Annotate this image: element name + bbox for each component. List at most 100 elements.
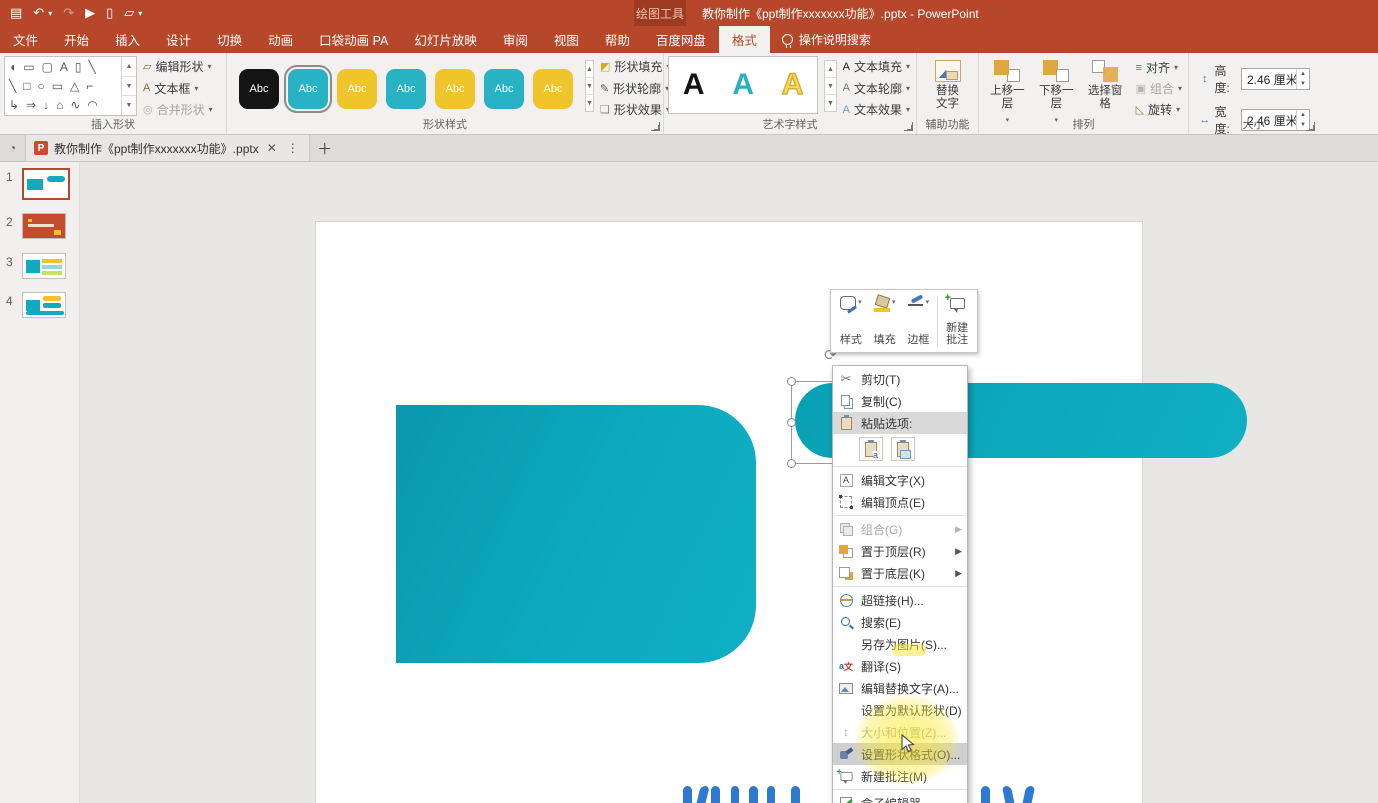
tab-transitions[interactable]: 切换 xyxy=(204,26,255,53)
tab-file[interactable]: 文件 xyxy=(0,26,51,53)
gallery-more-icon[interactable]: ▼ xyxy=(122,95,136,115)
slide-1-thumbnail[interactable] xyxy=(22,168,70,200)
menu-item-hyperlink[interactable]: 超链接(H)... xyxy=(833,589,967,611)
size-dialog-launcher[interactable] xyxy=(1306,122,1315,131)
menu-item-save-as-picture[interactable]: 另存为图片(S)... xyxy=(833,633,967,655)
wordart-style-black[interactable]: A xyxy=(683,68,705,102)
text-fill-button[interactable]: A 文本填充 ▾ xyxy=(843,58,910,75)
shape-effects-icon: ❏ xyxy=(599,104,610,116)
resize-handle-bottom-left[interactable] xyxy=(787,459,796,468)
tab-animations[interactable]: 动画 xyxy=(255,26,306,53)
menu-item-edit-alt-text[interactable]: 编辑替换文字(A)... xyxy=(833,677,967,699)
mini-style-button[interactable]: ▾ 样式 xyxy=(834,294,868,348)
scroll-up-icon[interactable]: ▲ xyxy=(122,57,136,76)
document-tab[interactable]: P 教你制作《ppt制作xxxxxxx功能》.pptx ✕ ⋮ xyxy=(26,135,310,161)
height-spin-arrows[interactable]: ▲ ▼ xyxy=(1296,69,1309,89)
menu-item-edit-text[interactable]: A 编辑文字(X) xyxy=(833,469,967,491)
tab-design[interactable]: 设计 xyxy=(153,26,204,53)
slide-2-thumbnail[interactable] xyxy=(22,213,66,239)
style-gallery-scrollbar[interactable]: ▲ ▼ ▼ xyxy=(585,60,594,112)
wordart-style-yellow[interactable]: A xyxy=(781,67,804,102)
shape-style-swatch-yellow[interactable]: Abc xyxy=(533,69,573,109)
tab-pocket-animation[interactable]: 口袋动画 PA xyxy=(306,26,401,53)
resize-handle-middle-left[interactable] xyxy=(787,418,796,427)
submenu-arrow-icon: ▶ xyxy=(955,523,962,534)
menu-item-bring-to-front[interactable]: 置于顶层(R) ▶ xyxy=(833,540,967,562)
powerpoint-file-icon: P xyxy=(34,141,48,155)
undo-icon[interactable]: ↶ xyxy=(33,5,44,21)
group-objects-icon: ▣ xyxy=(1135,83,1146,95)
mini-fill-button[interactable]: ▾ 填充 xyxy=(868,294,902,348)
tab-insert[interactable]: 插入 xyxy=(102,26,153,53)
mini-border-button[interactable]: ▾ 边框 xyxy=(902,294,936,348)
menu-item-translate[interactable]: a文 翻译(S) xyxy=(833,655,967,677)
tab-help[interactable]: 帮助 xyxy=(592,26,643,53)
paste-keep-formatting-button[interactable] xyxy=(859,437,883,461)
wordart-dialog-launcher[interactable] xyxy=(904,122,913,131)
mini-new-comment-button[interactable]: 新建批注 xyxy=(940,292,974,348)
tell-me-search[interactable]: 操作说明搜索 xyxy=(770,26,883,53)
menu-item-copy[interactable]: 复制(C) xyxy=(833,390,967,412)
menu-item-format-shape[interactable]: 设置形状格式(O)... xyxy=(833,743,967,765)
align-button[interactable]: ≡ 对齐 ▾ xyxy=(1136,59,1182,76)
shape-style-swatch-teal[interactable]: Abc xyxy=(484,69,524,109)
menu-item-cut[interactable]: ✂ 剪切(T) xyxy=(833,368,967,390)
shape-gallery[interactable]: ◖▭▢A▯╲ ╲□○▭△⌐ ↳⇒↓⌂∿◠ ▲ ▼ ▼ xyxy=(4,56,137,116)
edit-shape-button[interactable]: ▱ 编辑形状 ▾ xyxy=(143,58,213,75)
wordart-gallery-scrollbar[interactable]: ▲ ▼ ▼ xyxy=(824,60,837,112)
menu-item-send-to-back[interactable]: 置于底层(K) ▶ xyxy=(833,562,967,584)
undo-dropdown-icon[interactable]: ▾ xyxy=(48,9,52,18)
shape-style-swatch-teal[interactable]: Abc xyxy=(386,69,426,109)
tab-baidu-netdisk[interactable]: 百度网盘 xyxy=(643,26,719,53)
tab-home[interactable]: 开始 xyxy=(51,26,102,53)
translate-icon: a文 xyxy=(838,661,854,672)
tab-slideshow[interactable]: 幻灯片放映 xyxy=(401,26,490,53)
shape-style-swatch-black[interactable]: Abc xyxy=(239,69,279,109)
shape-gallery-scrollbar[interactable]: ▲ ▼ ▼ xyxy=(121,57,136,115)
shape-gallery-row1-icons[interactable]: ◖▭▢A▯╲ xyxy=(9,58,117,76)
shape-fill-button[interactable]: ◩ 形状填充 ▾ xyxy=(600,58,670,75)
tab-menu-icon[interactable]: ⋮ xyxy=(285,141,301,155)
shape-gallery-row3-icons[interactable]: ↳⇒↓⌂∿◠ xyxy=(9,96,117,114)
shape-style-swatch-yellow[interactable]: Abc xyxy=(337,69,377,109)
shape-style-swatch-teal-selected[interactable]: Abc xyxy=(284,65,332,113)
history-icon[interactable]: ◔ xyxy=(0,135,26,161)
slide-3-thumbnail[interactable] xyxy=(22,253,66,279)
shape-style-swatch-yellow[interactable]: Abc xyxy=(435,69,475,109)
group-size: ↕ 高度: ▲▼ ↔ 宽度: ▲▼ 大小 xyxy=(1188,53,1318,136)
tab-review[interactable]: 审阅 xyxy=(490,26,541,53)
shape-gallery-row2-icons[interactable]: ╲□○▭△⌐ xyxy=(9,77,117,95)
slide-4-thumbnail[interactable] xyxy=(22,292,66,318)
new-tab-button[interactable]: ＋ xyxy=(310,135,340,161)
height-input[interactable] xyxy=(1242,72,1296,86)
shape-styles-dialog-launcher[interactable] xyxy=(651,122,660,131)
scroll-down-icon[interactable]: ▼ xyxy=(122,75,136,96)
menu-item-new-comment[interactable]: 新建批注(M) xyxy=(833,765,967,787)
wordart-style-teal[interactable]: A xyxy=(732,68,754,102)
menu-item-edit-points[interactable]: 编辑顶点(E) xyxy=(833,491,967,513)
open-folder-icon[interactable]: ▱ xyxy=(124,5,134,21)
slideshow-icon[interactable]: ▶ xyxy=(85,5,95,21)
height-spinner[interactable]: ▲▼ xyxy=(1241,68,1310,90)
text-outline-button[interactable]: A 文本轮廓 ▾ xyxy=(843,80,910,97)
menu-item-box-editor[interactable]: 盒子编辑器 xyxy=(833,792,967,803)
selection-pane-icon xyxy=(1092,60,1119,82)
teal-rounded-rectangle-shape[interactable] xyxy=(396,405,756,663)
tab-view[interactable]: 视图 xyxy=(541,26,592,53)
save-icon[interactable]: ▤ xyxy=(10,5,22,21)
paste-as-picture-button[interactable] xyxy=(891,437,915,461)
new-file-icon[interactable]: ▯ xyxy=(106,5,113,21)
close-tab-icon[interactable]: ✕ xyxy=(265,141,279,155)
menu-item-search[interactable]: 搜索(E) xyxy=(833,611,967,633)
slide-canvas[interactable]: ⟳ ▾ 样式 ▾ 填充 ▾ 边框 + 新建 批注 ✂ 剪切(T) 复制(C) 粘… xyxy=(80,162,1378,803)
menu-separator xyxy=(834,586,966,587)
alt-text-button[interactable]: 替换 文字 xyxy=(921,56,974,115)
customize-qat-icon[interactable]: ▾ xyxy=(138,9,142,18)
contextual-tab-group-label: 绘图工具 xyxy=(634,0,686,26)
text-box-button[interactable]: A 文本框 ▾ xyxy=(143,80,213,97)
resize-handle-top-left[interactable] xyxy=(787,377,796,386)
shape-outline-button[interactable]: ✎ 形状轮廓 ▾ xyxy=(600,80,670,97)
menu-item-set-default-shape[interactable]: 设置为默认形状(D) xyxy=(833,699,967,721)
tab-format[interactable]: 格式 xyxy=(718,26,770,53)
group-insert-shapes: ◖▭▢A▯╲ ╲□○▭△⌐ ↳⇒↓⌂∿◠ ▲ ▼ ▼ ▱ 编辑形状 ▾ A 文本… xyxy=(0,53,226,134)
